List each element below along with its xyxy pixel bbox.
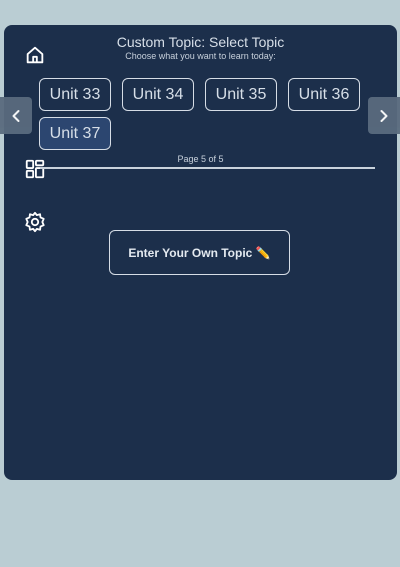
enter-own-topic-button[interactable]: Enter Your Own Topic ✏️ <box>109 230 290 275</box>
unit-37-button[interactable]: Unit 37 <box>39 117 111 150</box>
divider <box>40 167 375 169</box>
gear-icon[interactable] <box>24 211 46 233</box>
unit-36-button[interactable]: Unit 36 <box>288 78 360 111</box>
home-icon[interactable] <box>24 44 46 66</box>
page-title: Custom Topic: Select Topic <box>116 34 285 50</box>
page-indicator: Page 5 of 5 <box>177 154 224 164</box>
unit-34-button[interactable]: Unit 34 <box>122 78 194 111</box>
page-subtitle: Choose what you want to learn today: <box>125 51 276 61</box>
chevron-right-icon <box>380 109 388 122</box>
next-page-button[interactable] <box>368 97 400 134</box>
chevron-left-icon <box>12 109 20 122</box>
unit-35-button[interactable]: Unit 35 <box>205 78 277 111</box>
unit-33-button[interactable]: Unit 33 <box>39 78 111 111</box>
main-panel: Custom Topic: Select Topic Choose what y… <box>4 25 397 480</box>
prev-page-button[interactable] <box>0 97 32 134</box>
